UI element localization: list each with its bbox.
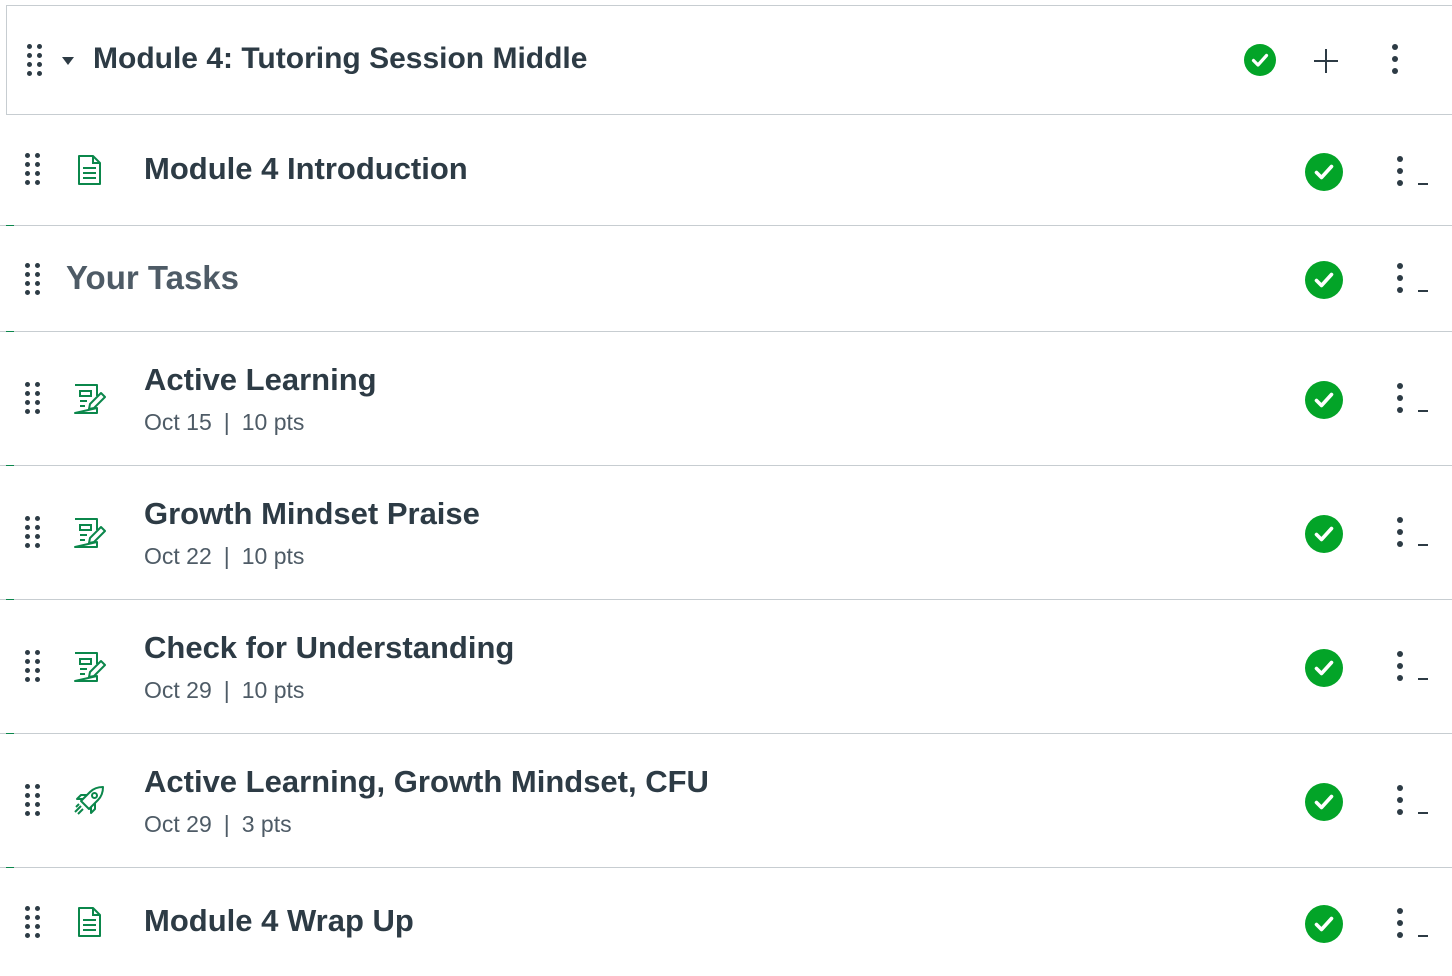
- subheader-title: Your Tasks: [66, 259, 240, 296]
- due-date: Oct 29: [144, 677, 212, 703]
- meta-separator: |: [223, 811, 230, 837]
- module-item-page[interactable]: Module 4 Introduction: [0, 115, 1452, 227]
- module-item-assignment[interactable]: Active Learning Oct 15 | 10 pts: [0, 332, 1452, 467]
- page-icon: [78, 155, 101, 185]
- item-meta: Oct 15 | 10 pts: [144, 409, 304, 436]
- item-options-kebab-icon[interactable]: [1396, 383, 1404, 413]
- published-check-icon[interactable]: [1305, 905, 1343, 943]
- collapse-caret-icon[interactable]: [62, 57, 74, 65]
- points: 10 pts: [241, 409, 305, 435]
- module-item-page[interactable]: Module 4 Wrap Up: [0, 868, 1452, 976]
- published-check-icon[interactable]: [1305, 515, 1343, 553]
- assignment-icon: [74, 384, 106, 414]
- item-options-kebab-icon[interactable]: [1396, 263, 1404, 293]
- item-options-kebab-icon[interactable]: [1396, 908, 1404, 938]
- quiz-rocket-icon: [74, 786, 104, 815]
- module-item-subheader[interactable]: Your Tasks: [0, 226, 1452, 333]
- item-title[interactable]: Active Learning: [144, 362, 377, 398]
- meta-separator: |: [223, 543, 230, 569]
- module-title: Module 4: Tutoring Session Middle: [93, 42, 588, 75]
- points: 10 pts: [241, 677, 305, 703]
- module-container: Module 4: Tutoring Session Middle Module…: [0, 0, 1452, 976]
- item-meta: Oct 22 | 10 pts: [144, 543, 304, 570]
- module-options-kebab-icon[interactable]: [1391, 44, 1399, 74]
- assignment-icon: [74, 518, 106, 548]
- item-options-kebab-icon[interactable]: [1396, 156, 1404, 186]
- indent-marker: [1418, 183, 1428, 185]
- published-check-icon[interactable]: [1305, 381, 1343, 419]
- drag-handle-icon[interactable]: [25, 906, 40, 938]
- item-options-kebab-icon[interactable]: [1396, 785, 1404, 815]
- item-meta: Oct 29 | 10 pts: [144, 677, 304, 704]
- indent-marker: [1418, 678, 1428, 680]
- item-meta: Oct 29 | 3 pts: [144, 811, 292, 838]
- meta-separator: |: [223, 409, 230, 435]
- item-title[interactable]: Active Learning, Growth Mindset, CFU: [144, 764, 709, 800]
- item-options-kebab-icon[interactable]: [1396, 517, 1404, 547]
- published-check-icon[interactable]: [1305, 783, 1343, 821]
- module-item-assignment[interactable]: Check for Understanding Oct 29 | 10 pts: [0, 600, 1452, 735]
- drag-handle-icon[interactable]: [25, 263, 40, 295]
- module-header[interactable]: Module 4: Tutoring Session Middle: [6, 5, 1452, 115]
- drag-handle-icon[interactable]: [25, 153, 40, 185]
- module-item-quiz[interactable]: Active Learning, Growth Mindset, CFU Oct…: [0, 734, 1452, 869]
- item-title[interactable]: Growth Mindset Praise: [144, 496, 480, 532]
- due-date: Oct 15: [144, 409, 212, 435]
- item-title[interactable]: Module 4 Wrap Up: [144, 903, 414, 939]
- drag-handle-icon[interactable]: [25, 382, 40, 414]
- indent-marker: [1418, 812, 1428, 814]
- item-options-kebab-icon[interactable]: [1396, 651, 1404, 681]
- published-check-icon[interactable]: [1305, 153, 1343, 191]
- due-date: Oct 22: [144, 543, 212, 569]
- meta-separator: |: [223, 677, 230, 703]
- points: 3 pts: [241, 811, 292, 837]
- drag-handle-icon[interactable]: [25, 516, 40, 548]
- published-check-icon[interactable]: [1305, 261, 1343, 299]
- item-title[interactable]: Check for Understanding: [144, 630, 514, 666]
- item-title[interactable]: Module 4 Introduction: [144, 151, 468, 187]
- assignment-icon: [74, 652, 106, 682]
- indent-marker: [1418, 935, 1428, 937]
- due-date: Oct 29: [144, 811, 212, 837]
- drag-handle-icon[interactable]: [27, 44, 42, 76]
- add-item-icon[interactable]: [1312, 47, 1340, 75]
- indent-marker: [1418, 410, 1428, 412]
- drag-handle-icon[interactable]: [25, 784, 40, 816]
- points: 10 pts: [241, 543, 305, 569]
- indent-marker: [1418, 290, 1428, 292]
- indent-marker: [1418, 544, 1428, 546]
- published-check-icon[interactable]: [1305, 649, 1343, 687]
- module-item-assignment[interactable]: Growth Mindset Praise Oct 22 | 10 pts: [0, 466, 1452, 601]
- drag-handle-icon[interactable]: [25, 650, 40, 682]
- published-check-icon[interactable]: [1244, 44, 1276, 76]
- page-icon: [78, 907, 101, 937]
